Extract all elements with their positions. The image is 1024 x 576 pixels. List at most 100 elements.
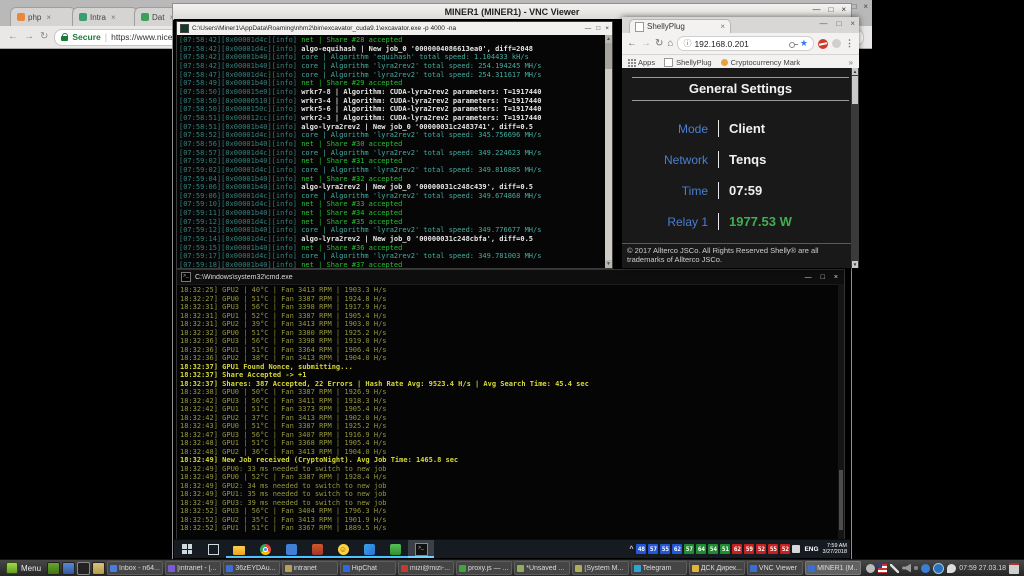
gpu-temp-badge: 48: [636, 544, 646, 554]
scroll-thumb[interactable]: [839, 470, 843, 530]
edit-icon[interactable]: [890, 564, 899, 573]
info-icon[interactable]: ⓘ: [683, 38, 691, 49]
scroll-down-icon[interactable]: ▼: [852, 261, 858, 268]
app-red-taskbar-button[interactable]: [304, 540, 330, 558]
taskbar-window-button[interactable]: mizi@mizi-...: [398, 561, 454, 575]
excavator-scrollbar[interactable]: ▲ ▼: [605, 35, 612, 268]
log-prefix: [07:59:06][0x00001d4c][info]: [179, 192, 301, 200]
photos-taskbar-button[interactable]: [356, 540, 382, 558]
blue-icon[interactable]: [921, 564, 930, 573]
tab-close-icon[interactable]: ×: [720, 22, 725, 31]
scroll-thumb[interactable]: [605, 43, 612, 69]
smiley-taskbar-button[interactable]: ☺: [330, 540, 356, 558]
dot-icon[interactable]: [914, 566, 918, 570]
scroll-thumb[interactable]: [852, 76, 858, 104]
console-line: 18:32:52] GPU3 | 56°C | Fan 3404 RPM | 1…: [180, 507, 838, 516]
excavator-titlebar[interactable]: C:\Users\Miner1\AppData\Roaming\nhm2\bin…: [177, 22, 612, 35]
start-taskbar-button[interactable]: [174, 540, 200, 558]
remote-clock[interactable]: 7:59 AM 3/27/2018: [823, 543, 847, 556]
minimize-icon[interactable]: —: [805, 274, 812, 281]
taskbar-window-button[interactable]: *Unsaved ...: [514, 561, 570, 575]
show-desktop-icon[interactable]: [47, 562, 60, 575]
cmd-titlebar[interactable]: >_ C:\Windows\system32\cmd.exe — □ ×: [177, 270, 844, 285]
chrome-taskbar-button[interactable]: [252, 540, 278, 558]
taskbar-window-button[interactable]: MINER1 (M...: [805, 561, 861, 575]
keyboard-language[interactable]: ENG: [804, 546, 818, 553]
maximize-icon[interactable]: □: [851, 2, 856, 11]
file-manager-icon[interactable]: [62, 562, 75, 575]
taskbar-window-button[interactable]: HipChat: [340, 561, 396, 575]
cmd-console[interactable]: 18:32:25] GPU2 | 40°C | Fan 3413 RPM | 1…: [177, 284, 838, 540]
maximize-icon[interactable]: □: [821, 274, 825, 281]
log-message: core | Algorithm 'lyra2rev2' total speed…: [301, 62, 541, 70]
taskbar-window-button[interactable]: ДСК Дирек...: [689, 561, 745, 575]
tab-close-icon[interactable]: ×: [111, 13, 116, 22]
flag-icon[interactable]: [878, 564, 887, 573]
minimize-icon[interactable]: —: [812, 5, 820, 14]
close-icon[interactable]: ×: [834, 274, 838, 281]
taskbar-window-button[interactable]: Telegram: [631, 561, 687, 575]
taskbar-window-button[interactable]: Inbox - n64...: [107, 561, 163, 575]
password-key-icon[interactable]: [789, 42, 797, 46]
task-view-taskbar-button[interactable]: [200, 540, 226, 558]
browser-tab[interactable]: php×: [10, 7, 76, 26]
scroll-down-icon[interactable]: ▼: [605, 260, 612, 268]
cmd-scrollbar[interactable]: [838, 284, 844, 540]
taskbar-window-button[interactable]: VNC Viewer: [747, 561, 803, 575]
back-icon[interactable]: ←: [8, 32, 18, 42]
reload-icon[interactable]: ↻: [40, 32, 48, 42]
bookmark-item[interactable]: ShellyPlug: [664, 58, 711, 67]
taskbar-window-button[interactable]: 36zEYDAu...: [223, 561, 279, 575]
menu-button[interactable]: Menu: [2, 561, 45, 575]
scroll-up-icon[interactable]: ▲: [852, 68, 858, 75]
bookmark-item[interactable]: Apps: [628, 58, 655, 67]
close-icon[interactable]: ×: [850, 19, 855, 28]
maximize-icon[interactable]: □: [836, 19, 841, 28]
browser-tab[interactable]: Intra×: [72, 7, 138, 26]
close-icon[interactable]: ×: [605, 25, 609, 32]
back-icon[interactable]: ←: [627, 39, 637, 49]
calendar-icon[interactable]: [1009, 563, 1019, 574]
user-icon[interactable]: [866, 564, 875, 573]
gear-icon[interactable]: [933, 563, 944, 574]
screenshot-icon[interactable]: [77, 562, 90, 575]
log-message: wrkr7-8 | Algorithm: CUDA-lyra2rev2 para…: [301, 88, 541, 96]
clock-date: 3/27/2018: [823, 549, 847, 556]
shelly-tab[interactable]: ShellyPlug ×: [629, 19, 731, 33]
taskbar-window-button[interactable]: [System M...: [572, 561, 628, 575]
taskbar-window-button[interactable]: intranet: [282, 561, 338, 575]
close-icon[interactable]: ×: [841, 5, 846, 14]
minimize-icon[interactable]: —: [585, 25, 592, 32]
app-blue-taskbar-button[interactable]: [278, 540, 304, 558]
forward-icon[interactable]: →: [24, 32, 34, 42]
close-icon[interactable]: ×: [863, 2, 868, 11]
file-explorer-taskbar-button[interactable]: [226, 540, 252, 558]
page-scrollbar[interactable]: ▲ ▼: [851, 68, 859, 268]
home-icon[interactable]: ⌂: [667, 39, 673, 49]
extension-icon[interactable]: [832, 39, 841, 48]
pictures-taskbar-button[interactable]: [382, 540, 408, 558]
tray-expand-icon[interactable]: ^: [629, 546, 633, 553]
reload-icon[interactable]: ↻: [655, 39, 663, 49]
address-bar[interactable]: ⓘ 192.168.0.201 ★: [677, 36, 814, 51]
local-clock[interactable]: 07:59 27.03.18: [959, 565, 1006, 572]
maximize-icon[interactable]: □: [596, 25, 600, 32]
gpu-monitor-icon[interactable]: [792, 545, 800, 553]
excavator-console[interactable]: [07:58:42][0x00001d4c][info] net | Share…: [177, 35, 605, 268]
adblock-extension-icon[interactable]: [818, 39, 828, 49]
maximize-icon[interactable]: □: [828, 5, 833, 14]
bookmark-item[interactable]: Cryptocurrency Mark: [721, 58, 801, 67]
bookmark-star-icon[interactable]: ★: [800, 38, 808, 49]
tab-close-icon[interactable]: ×: [46, 13, 51, 22]
folder-icon[interactable]: [92, 562, 105, 575]
scroll-up-icon[interactable]: ▲: [605, 35, 612, 43]
browser-menu-icon[interactable]: ⋮: [845, 38, 854, 49]
cmd-taskbar-button[interactable]: >_: [408, 540, 434, 558]
forward-icon[interactable]: →: [641, 39, 651, 49]
vol-icon[interactable]: [902, 564, 911, 573]
taskbar-window-button[interactable]: proxy.js — ...: [456, 561, 512, 575]
minimize-icon[interactable]: —: [819, 19, 827, 28]
bookmarks-overflow-icon[interactable]: »: [849, 58, 853, 67]
taskbar-window-button[interactable]: [intranet - [...: [165, 561, 221, 575]
chat-icon[interactable]: [947, 564, 956, 573]
